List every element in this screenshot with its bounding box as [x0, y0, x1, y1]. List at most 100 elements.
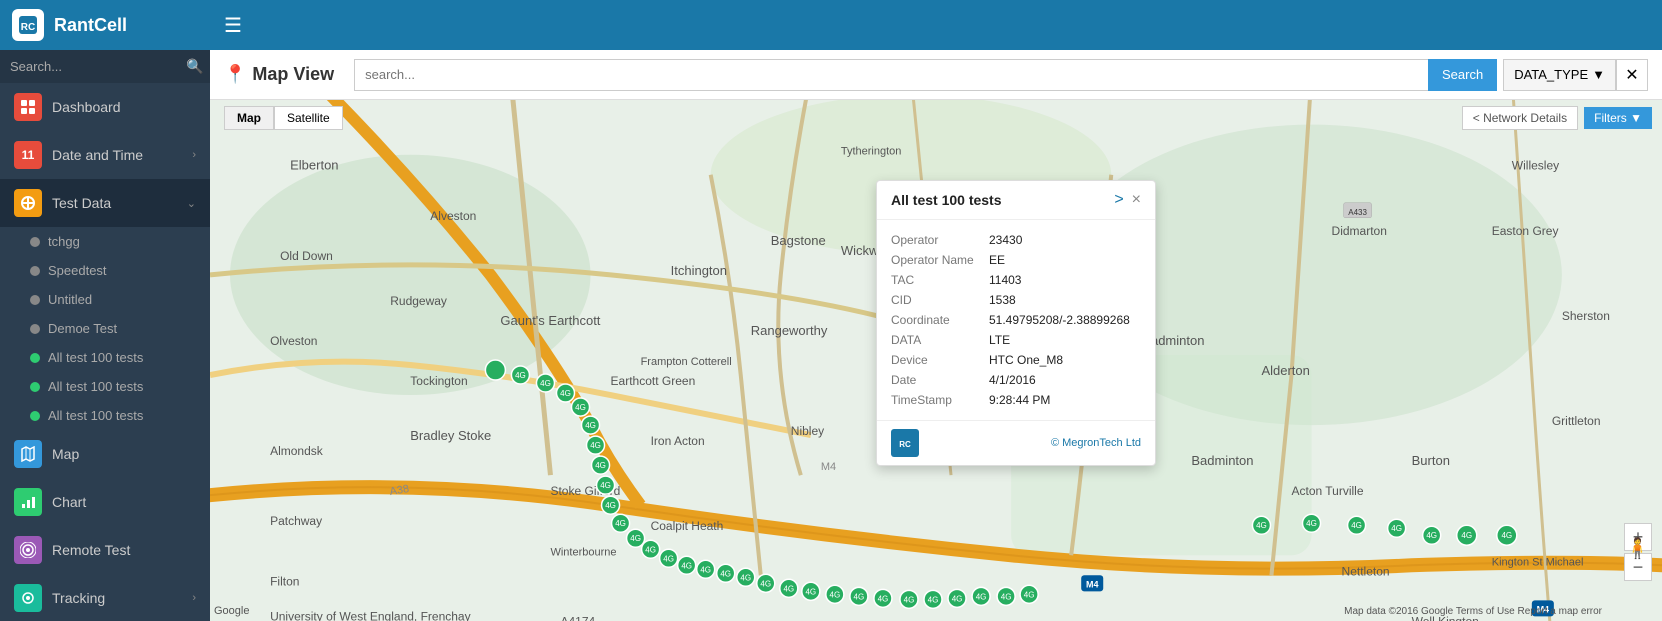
testdata-arrow: ⌄ [187, 197, 196, 210]
chart-icon [14, 488, 42, 516]
popup-logo: RC [891, 429, 919, 457]
popup-field-value: EE [989, 253, 1005, 267]
popup-row: Coordinate51.49795208/-2.38899268 [891, 310, 1141, 330]
sidebar-item-datetime[interactable]: 11 Date and Time › [0, 131, 210, 179]
sub-label-demoe: Demoe Test [48, 321, 117, 336]
close-button[interactable]: ✕ [1616, 59, 1648, 91]
data-type-button[interactable]: DATA_TYPE ▼ [1503, 59, 1616, 91]
menu-icon[interactable]: ☰ [224, 13, 242, 38]
svg-text:M4: M4 [1086, 579, 1099, 589]
popup-row: TAC 11403 [891, 270, 1141, 290]
popup-footer: RC © MegronTech Ltd [877, 420, 1155, 465]
datetime-label: Date and Time [52, 147, 182, 163]
svg-text:4G: 4G [600, 481, 611, 490]
map-google-attribution: Google [214, 605, 249, 617]
svg-text:4G: 4G [760, 579, 771, 588]
dot-alltest1 [30, 353, 40, 363]
remote-label: Remote Test [52, 542, 196, 558]
svg-text:4G: 4G [783, 584, 794, 593]
sub-label-untitled: Untitled [48, 292, 92, 307]
popup-field-value: 4/1/2016 [989, 373, 1036, 387]
svg-text:Elberton: Elberton [290, 158, 338, 173]
svg-text:Nettleton: Nettleton [1342, 564, 1390, 578]
svg-text:4G: 4G [595, 461, 606, 470]
popup-field-label: Operator Name [891, 253, 981, 267]
sidebar-search-bar[interactable]: 🔍 [0, 50, 210, 83]
svg-text:4G: 4G [854, 592, 865, 601]
popup-field-value: 11403 [989, 273, 1021, 287]
popup-arrow[interactable]: > [1114, 191, 1123, 209]
dashboard-icon [14, 93, 42, 121]
sub-item-demoe[interactable]: Demoe Test [0, 314, 210, 343]
sub-label-alltest2: All test 100 tests [48, 379, 143, 394]
sub-item-alltest1[interactable]: All test 100 tests [0, 343, 210, 372]
sidebar-item-chart[interactable]: Chart [0, 478, 210, 526]
sidebar-item-dashboard[interactable]: Dashboard [0, 83, 210, 131]
sub-item-speedtest[interactable]: Speedtest [0, 256, 210, 285]
sidebar-nav: Dashboard 11 Date and Time › Test Data ⌄… [0, 83, 210, 621]
popup-row: Operator Name EE [891, 250, 1141, 270]
svg-text:Bagstone: Bagstone [771, 233, 826, 248]
popup-field-value: LTE [989, 333, 1010, 347]
svg-text:4G: 4G [740, 573, 751, 582]
svg-text:Earthcott Green: Earthcott Green [611, 374, 696, 388]
app-logo: RC [12, 9, 44, 41]
map-search-input[interactable] [354, 59, 1428, 91]
popup-row: Date4/1/2016 [891, 370, 1141, 390]
popup-field-label: TAC [891, 273, 981, 287]
svg-text:Burton: Burton [1412, 453, 1450, 468]
popup-field-value: 23430 [989, 233, 1022, 247]
sidebar-item-remote[interactable]: Remote Test [0, 526, 210, 574]
sidebar-item-testdata[interactable]: Test Data ⌄ [0, 179, 210, 227]
map-toggle-map[interactable]: Map [224, 106, 274, 130]
dot-demoe [30, 324, 40, 334]
map-toggle-satellite[interactable]: Satellite [274, 106, 343, 130]
svg-text:4G: 4G [1024, 590, 1035, 599]
svg-text:Filton: Filton [270, 574, 299, 588]
popup-header: All test 100 tests > × [877, 181, 1155, 220]
svg-text:4G: 4G [1426, 531, 1437, 540]
popup-field-value: 1538 [989, 293, 1016, 307]
map-subtoolbar: < Network Details Filters ▼ [1452, 100, 1662, 136]
popup-credit: © MegronTech Ltd [1051, 437, 1141, 449]
sub-item-alltest3[interactable]: All test 100 tests [0, 401, 210, 430]
filters-button[interactable]: Filters ▼ [1584, 107, 1652, 129]
svg-text:Frampton Cotterell: Frampton Cotterell [641, 356, 732, 368]
sub-item-tchgg[interactable]: tchgg [0, 227, 210, 256]
data-type-chevron: ▼ [1592, 67, 1605, 82]
svg-text:Patchway: Patchway [270, 514, 322, 528]
map-pin-icon: 📍 [224, 64, 246, 85]
remote-icon [14, 536, 42, 564]
svg-text:Didmarton: Didmarton [1332, 224, 1387, 238]
svg-text:Tockington: Tockington [410, 374, 467, 388]
testdata-icon [14, 189, 42, 217]
street-view-icon[interactable]: 🧍 [1625, 536, 1650, 561]
sub-item-alltest2[interactable]: All test 100 tests [0, 372, 210, 401]
svg-text:4G: 4G [1351, 521, 1362, 530]
svg-text:RC: RC [899, 440, 911, 449]
svg-text:A4174: A4174 [560, 614, 595, 621]
tracking-icon [14, 584, 42, 612]
network-details-button[interactable]: < Network Details [1462, 106, 1578, 130]
popup-close-button[interactable]: × [1132, 191, 1141, 209]
sub-item-untitled[interactable]: Untitled [0, 285, 210, 314]
app-name: RantCell [54, 15, 127, 36]
map-label: Map [52, 446, 196, 462]
sidebar-item-map[interactable]: Map [0, 430, 210, 478]
sidebar-item-tracking[interactable]: Tracking › [0, 574, 210, 621]
svg-text:4G: 4G [1391, 524, 1402, 533]
map-title: 📍 Map View [224, 64, 334, 85]
svg-text:Nibley: Nibley [791, 424, 824, 438]
tracking-arrow: › [192, 592, 196, 604]
search-input[interactable] [10, 59, 186, 74]
svg-text:Easton Grey: Easton Grey [1492, 224, 1559, 238]
search-icon: 🔍 [186, 58, 203, 75]
main-area: ☰ 📍 Map View Search DATA_TYPE ▼ ✕ < Netw… [210, 0, 1662, 621]
chart-label: Chart [52, 494, 196, 510]
svg-text:4G: 4G [645, 545, 656, 554]
svg-text:Winterbourne: Winterbourne [550, 546, 616, 558]
svg-text:4G: 4G [976, 592, 987, 601]
search-button[interactable]: Search [1428, 59, 1497, 91]
dot-untitled [30, 295, 40, 305]
popup-row: Operator23430 [891, 230, 1141, 250]
